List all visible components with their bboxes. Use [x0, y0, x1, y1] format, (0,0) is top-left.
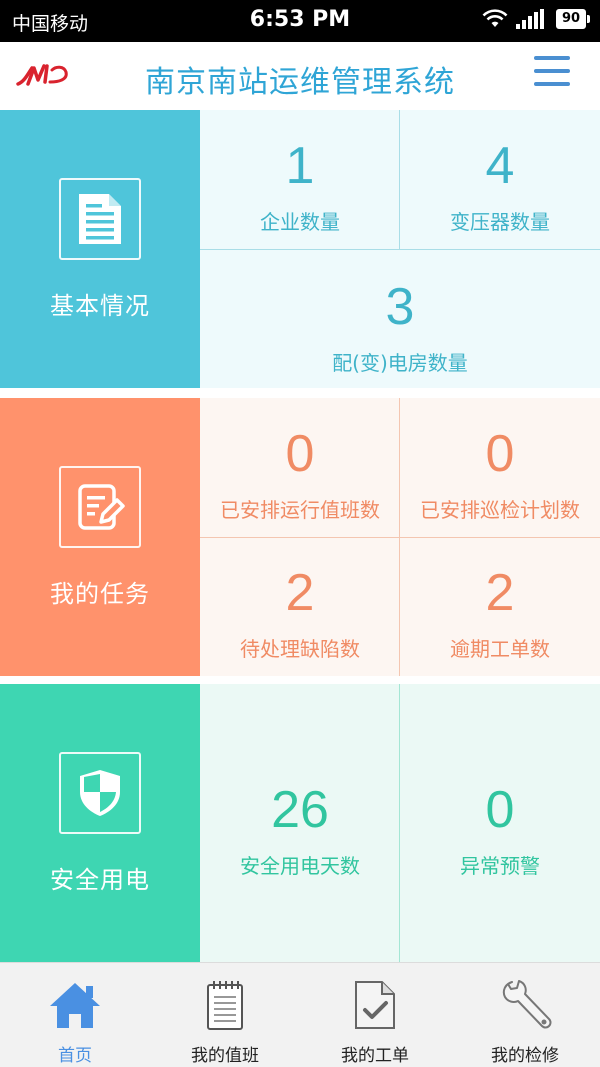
section-label: 安全用电 — [50, 866, 150, 894]
stat-label: 异常预警 — [460, 854, 540, 878]
stat-label: 变压器数量 — [450, 210, 550, 234]
section-label: 我的任务 — [50, 580, 150, 608]
basic-info-tile[interactable]: 基本情况 — [0, 110, 200, 388]
shield-icon — [59, 752, 141, 834]
nav-label: 首页 — [58, 1046, 92, 1066]
bottom-nav: 首页 我的值班 我的工单 我的检修 — [0, 962, 600, 1067]
stat-label: 已安排巡检计划数 — [420, 498, 580, 522]
status-bar: 中国移动 6:53 PM 90 — [0, 0, 600, 42]
stat-value: 1 — [285, 137, 315, 195]
nav-my-orders[interactable]: 我的工单 — [300, 963, 450, 1067]
stat-value: 0 — [285, 425, 315, 483]
stat-label: 配(变)电房数量 — [332, 351, 468, 375]
stat-value: 0 — [485, 781, 515, 839]
section-label: 基本情况 — [50, 292, 150, 320]
stat-value: 2 — [485, 564, 515, 622]
stat-value: 4 — [485, 137, 515, 195]
stat-value: 0 — [485, 425, 515, 483]
divider — [399, 684, 400, 962]
stat-substation-count[interactable]: 3 配(变)电房数量 — [200, 249, 600, 388]
my-tasks-section: 我的任务 0 已安排运行值班数 0 已安排巡检计划数 2 待处理缺陷数 2 逾期… — [0, 398, 600, 676]
menu-button[interactable] — [534, 56, 570, 92]
stat-value: 26 — [271, 781, 329, 839]
stat-safe-days[interactable]: 26 安全用电天数 — [200, 684, 400, 962]
divider — [200, 249, 600, 250]
nav-label: 我的工单 — [341, 1046, 409, 1066]
stat-transformer-count[interactable]: 4 变压器数量 — [400, 110, 600, 249]
stat-value: 2 — [285, 564, 315, 622]
nav-home[interactable]: 首页 — [0, 963, 150, 1067]
stat-label: 已安排运行值班数 — [220, 498, 380, 522]
stat-label: 逾期工单数 — [450, 637, 550, 661]
status-indicators: 90 — [482, 9, 590, 29]
divider — [200, 537, 600, 538]
safe-power-section: 安全用电 26 安全用电天数 0 异常预警 — [0, 684, 600, 962]
stat-abnormal-alerts[interactable]: 0 异常预警 — [400, 684, 600, 962]
stat-value: 3 — [385, 278, 415, 336]
edit-document-icon — [59, 466, 141, 548]
nav-my-duty[interactable]: 我的值班 — [150, 963, 300, 1067]
nav-my-maintenance[interactable]: 我的检修 — [450, 963, 600, 1067]
notepad-icon — [195, 975, 255, 1035]
basic-info-section: 基本情况 1 企业数量 4 变压器数量 3 配(变)电房数量 — [0, 110, 600, 388]
home-icon — [45, 975, 105, 1035]
stat-label: 待处理缺陷数 — [240, 637, 360, 661]
stat-inspection-scheduled[interactable]: 0 已安排巡检计划数 — [400, 398, 600, 537]
my-tasks-tile[interactable]: 我的任务 — [0, 398, 200, 676]
signal-icon — [516, 9, 544, 29]
stat-duty-scheduled[interactable]: 0 已安排运行值班数 — [200, 398, 400, 537]
nav-label: 我的检修 — [491, 1046, 559, 1066]
wrench-icon — [495, 975, 555, 1035]
stat-label: 安全用电天数 — [240, 854, 360, 878]
document-icon — [59, 178, 141, 260]
battery-level: 90 — [556, 9, 586, 29]
document-check-icon — [345, 975, 405, 1035]
stat-overdue-orders[interactable]: 2 逾期工单数 — [400, 537, 600, 676]
divider — [399, 110, 400, 249]
stat-enterprise-count[interactable]: 1 企业数量 — [200, 110, 400, 249]
stat-label: 企业数量 — [260, 210, 340, 234]
nav-label: 我的值班 — [191, 1046, 259, 1066]
hamburger-icon — [534, 56, 570, 60]
battery-icon: 90 — [556, 9, 590, 29]
stat-pending-defects[interactable]: 2 待处理缺陷数 — [200, 537, 400, 676]
page-title: 南京南站运维管理系统 — [145, 65, 455, 100]
app-header: 南京南站运维管理系统 — [0, 42, 600, 110]
wifi-icon — [482, 9, 508, 27]
safe-power-tile[interactable]: 安全用电 — [0, 684, 200, 962]
